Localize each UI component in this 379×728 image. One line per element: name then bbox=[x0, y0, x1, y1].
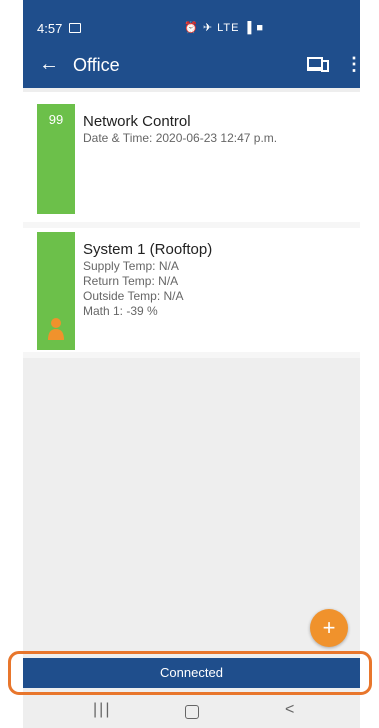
person-icon bbox=[48, 318, 64, 340]
home-icon[interactable] bbox=[185, 705, 199, 719]
devices-icon[interactable] bbox=[307, 55, 329, 73]
status-color-bar bbox=[37, 232, 75, 350]
system-nav-bar: ||| < bbox=[23, 696, 360, 728]
device-number-badge: 99 bbox=[48, 112, 64, 127]
card-body: System 1 (Rooftop) Supply Temp: N/A Retu… bbox=[83, 240, 212, 319]
phone-screen: 4:57 ⏰ ✈ LTE ▐ ■ ← Office ⋮ 99 Network C… bbox=[23, 0, 360, 728]
card-title: System 1 (Rooftop) bbox=[83, 241, 213, 258]
recents-button[interactable]: ||| bbox=[93, 700, 111, 720]
status-bar: 4:57 ⏰ ✈ LTE ▐ ■ bbox=[23, 0, 360, 40]
card-detail-line: Math 1: -39 % bbox=[83, 304, 158, 318]
back-button[interactable]: < bbox=[285, 700, 294, 720]
arrow-left-icon[interactable]: ← bbox=[39, 52, 59, 76]
card-body: Network Control Date & Time: 2020-06-23 … bbox=[83, 112, 277, 146]
list-item-system-1[interactable]: System 1 (Rooftop) Supply Temp: N/A Retu… bbox=[23, 222, 360, 358]
status-time: 4:57 bbox=[37, 21, 63, 36]
page-title: Office bbox=[73, 55, 120, 75]
card-detail-line: Supply Temp: N/A bbox=[83, 259, 179, 273]
status-icons: ⏰ ✈ LTE ▐ ■ bbox=[184, 22, 264, 34]
status-color-bar: 99 bbox=[37, 104, 75, 214]
app-bar: ← Office ⋮ bbox=[23, 40, 360, 88]
card-title: Network Control bbox=[83, 113, 191, 130]
more-vert-icon[interactable]: ⋮ bbox=[345, 52, 360, 76]
card-detail-line: Date & Time: 2020-06-23 12:47 p.m. bbox=[83, 131, 278, 145]
list-item-network-control[interactable]: 99 Network Control Date & Time: 2020-06-… bbox=[23, 92, 360, 222]
card-detail-line: Outside Temp: N/A bbox=[83, 289, 184, 303]
gallery-notification-icon bbox=[69, 23, 81, 33]
highlight-frame bbox=[8, 651, 372, 695]
card-detail-line: Return Temp: N/A bbox=[83, 274, 179, 288]
add-fab-button[interactable]: + bbox=[310, 609, 348, 647]
